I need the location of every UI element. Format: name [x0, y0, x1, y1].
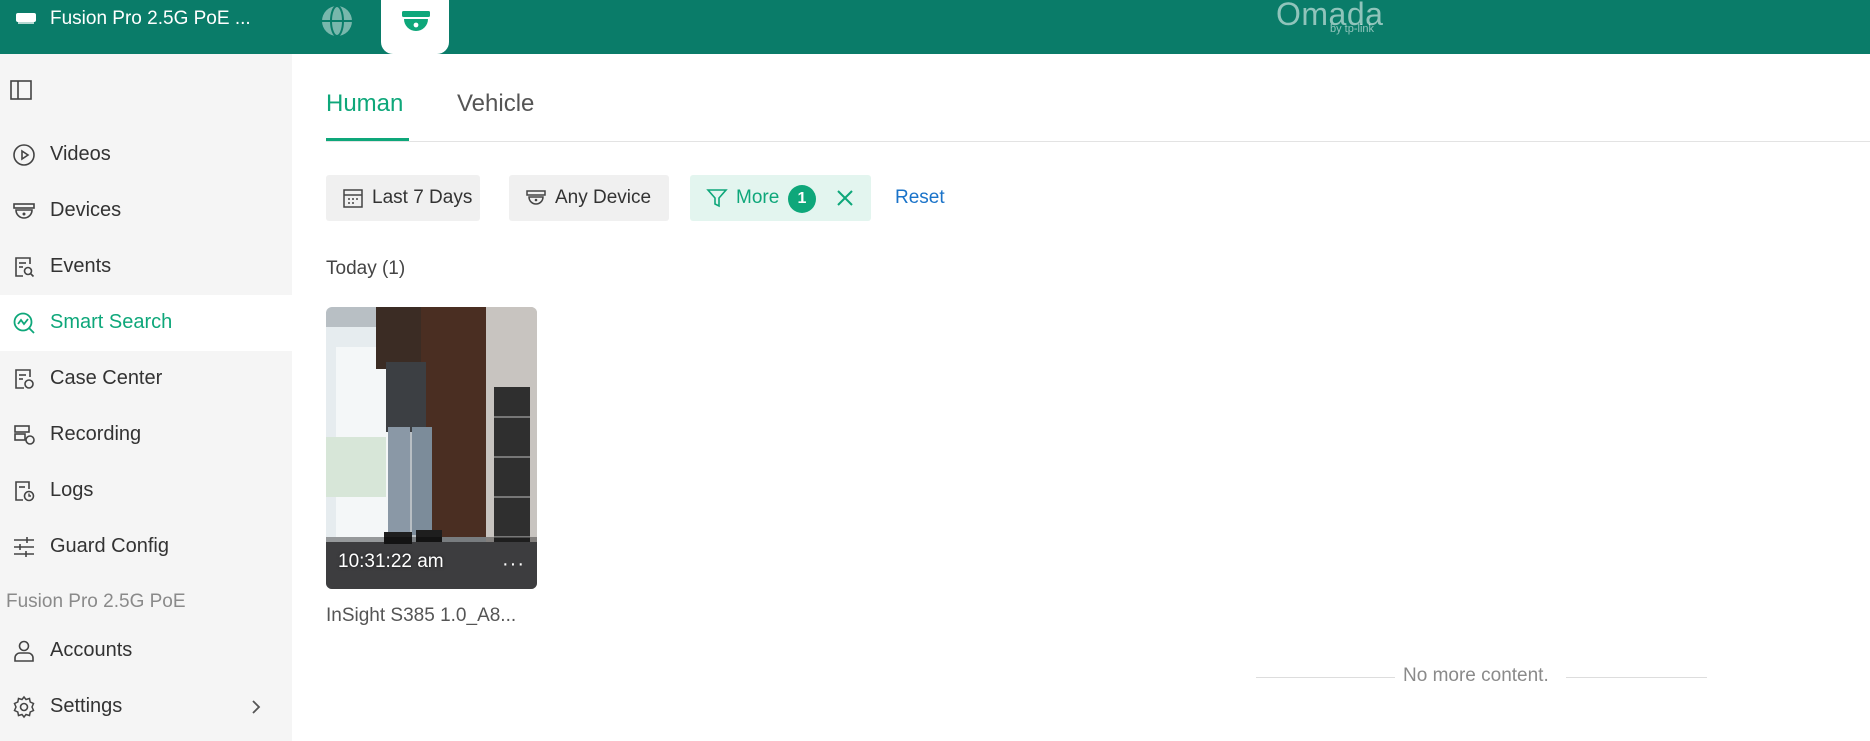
- more-filters-label: More: [736, 187, 780, 208]
- calendar-icon: [343, 189, 363, 208]
- snapshot-image: [326, 307, 537, 589]
- end-divider-right: [1566, 677, 1707, 678]
- sidebar-item-accounts[interactable]: Accounts: [0, 623, 292, 679]
- globe-icon[interactable]: [320, 4, 354, 38]
- sidebar-item-videos[interactable]: Videos: [0, 127, 292, 183]
- group-title: Today: [326, 258, 377, 279]
- result-group-header: Today (1): [326, 258, 405, 280]
- tab-vehicle[interactable]: Vehicle: [457, 90, 534, 118]
- reset-filters-link[interactable]: Reset: [895, 187, 945, 209]
- sidebar-item-label: Accounts: [50, 639, 133, 661]
- event-device-caption: InSight S385 1.0_A8...: [326, 605, 517, 626]
- end-divider-left: [1256, 677, 1395, 678]
- sidebar-item-events[interactable]: Events: [0, 239, 292, 295]
- smart-search-icon: [13, 312, 35, 334]
- sidebar-item-label: Smart Search: [50, 311, 173, 333]
- sidebar-item-label: Devices: [50, 199, 122, 221]
- sliders-icon: [14, 537, 34, 557]
- tabs-divider: [326, 141, 1870, 142]
- chevron-right-icon: [252, 700, 261, 714]
- gateway-device-icon: [16, 13, 36, 24]
- top-bar: Fusion Pro 2.5G PoE ... Omada by tp-link: [0, 0, 1870, 54]
- sidebar-item-logs[interactable]: Logs: [0, 463, 292, 519]
- device-filter-label: Any Device: [555, 187, 652, 208]
- group-count: (1): [381, 258, 406, 279]
- event-search-icon: [15, 257, 35, 278]
- recording-icon: [14, 425, 35, 445]
- main-content: Human Vehicle Last 7 Days Any Device Mor…: [292, 54, 1870, 741]
- filter-funnel-icon: [706, 189, 728, 208]
- camera-dome-icon: [13, 203, 35, 219]
- sidebar-item-smart-search[interactable]: Smart Search: [0, 295, 292, 351]
- active-filter-count-badge: 1: [788, 185, 816, 213]
- user-icon: [14, 640, 34, 662]
- sidebar-item-label: Settings: [50, 695, 123, 717]
- sidebar-item-settings[interactable]: Settings: [0, 679, 292, 735]
- end-of-list-text: No more content.: [1403, 665, 1549, 686]
- camera-dome-icon: [402, 11, 430, 31]
- case-icon: [15, 369, 34, 389]
- sidebar-collapse-icon[interactable]: [10, 80, 32, 100]
- brand-logo-sub: by tp-link: [1330, 23, 1375, 35]
- date-range-filter[interactable]: Last 7 Days: [326, 175, 480, 221]
- sidebar-item-recording[interactable]: Recording: [0, 407, 292, 463]
- sidebar-item-case-center[interactable]: Case Center: [0, 351, 292, 407]
- logs-icon: [15, 481, 35, 502]
- sidebar-item-guard-config[interactable]: Guard Config: [0, 519, 292, 575]
- sidebar-item-label: Logs: [50, 479, 94, 501]
- tab-human[interactable]: Human: [326, 90, 403, 118]
- sidebar: Videos Devices Events Smart Search Case …: [0, 54, 292, 741]
- sidebar-item-label: Videos: [50, 143, 111, 165]
- event-thumbnail-card[interactable]: 10:31:22 am ···: [326, 307, 537, 589]
- date-range-label: Last 7 Days: [372, 187, 473, 208]
- device-filter[interactable]: Any Device: [509, 175, 669, 221]
- device-name: Fusion Pro 2.5G PoE ...: [50, 8, 251, 29]
- gear-icon: [13, 695, 35, 719]
- more-options-icon[interactable]: ···: [502, 553, 525, 576]
- play-circle-icon: [13, 144, 35, 166]
- camera-dome-icon: [526, 190, 546, 205]
- more-filters-button[interactable]: More 1: [690, 175, 871, 221]
- sidebar-item-label: Guard Config: [50, 535, 169, 557]
- sidebar-item-label: Case Center: [50, 367, 163, 389]
- sidebar-item-label: Recording: [50, 423, 142, 445]
- close-icon[interactable]: [834, 187, 856, 209]
- sidebar-item-label: Events: [50, 255, 112, 277]
- sidebar-section-label: Fusion Pro 2.5G PoE: [6, 591, 186, 612]
- sidebar-item-devices[interactable]: Devices: [0, 183, 292, 239]
- event-timestamp: 10:31:22 am: [338, 551, 444, 572]
